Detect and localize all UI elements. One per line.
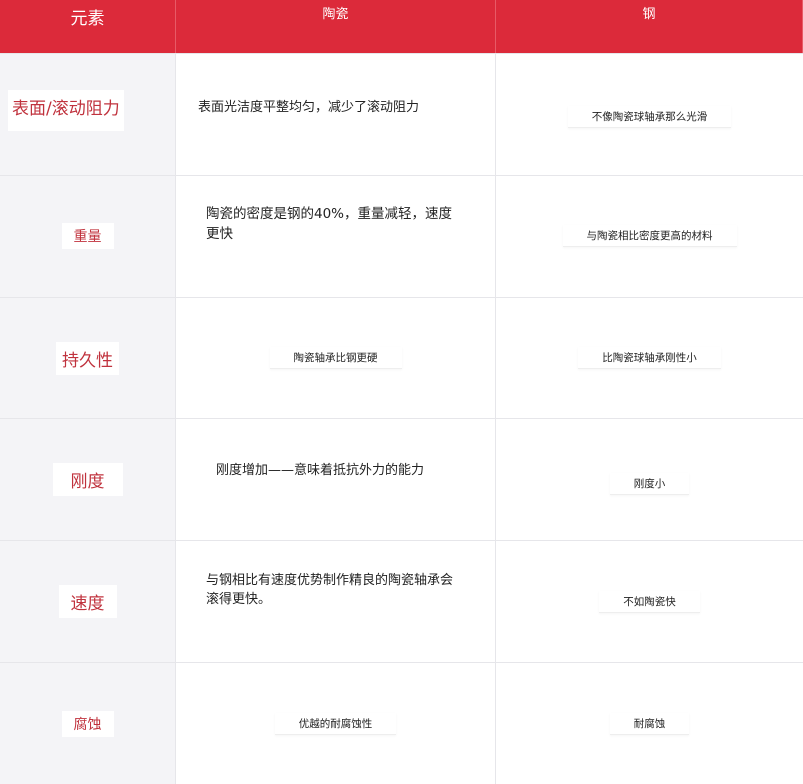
steel-text: 不如陶瓷快 [599, 591, 700, 613]
ceramic-cell: 刚度增加——意味着抵抗外力的能力 [176, 418, 496, 541]
steel-cell: 不像陶瓷球轴承那么光滑 [496, 53, 803, 175]
steel-cell: 与陶瓷相比密度更高的材料 [496, 174, 803, 297]
ceramic-cell: 陶瓷轴承比钢更硬 [176, 296, 496, 419]
row-label-durability: 持久性 [0, 296, 176, 419]
row-label-text: 速度 [58, 585, 117, 619]
steel-text: 刚度小 [609, 473, 690, 496]
steel-text: 耐腐蚀 [609, 713, 690, 735]
steel-cell: 刚度小 [496, 418, 803, 541]
ceramic-text: 陶瓷的密度是钢的40%，重量减轻，速度更快 [206, 205, 453, 242]
ceramic-text: 刚度增加——意味着抵抗外力的能力 [216, 463, 425, 479]
row-label-text: 腐蚀 [61, 710, 114, 737]
steel-text: 不像陶瓷球轴承那么光滑 [567, 106, 732, 128]
ceramic-text: 表面光洁度平整均匀，减少了滚动阻力 [198, 100, 420, 115]
steel-cell: 耐腐蚀 [496, 662, 803, 784]
comparison-table: 元素 陶瓷 钢 表面/滚动阻力 表面光洁度平整均匀，减少了滚动阻力 不像陶瓷球轴… [0, 0, 803, 784]
steel-cell: 不如陶瓷快 [496, 540, 803, 663]
row-label-text: 重量 [61, 223, 114, 250]
ceramic-text: 优越的耐腐蚀性 [274, 713, 397, 735]
row-label-text: 持久性 [56, 341, 119, 375]
row-label-stiffness: 刚度 [0, 418, 176, 541]
steel-text: 比陶瓷球轴承刚性小 [578, 347, 721, 370]
ceramic-cell: 与钢相比有速度优势制作精良的陶瓷轴承会滚得更快。 [176, 540, 496, 663]
steel-cell: 比陶瓷球轴承刚性小 [496, 296, 803, 419]
ceramic-cell: 优越的耐腐蚀性 [176, 662, 496, 784]
header-steel: 钢 [496, 0, 803, 53]
ceramic-text: 陶瓷轴承比钢更硬 [269, 347, 402, 370]
header-ceramic: 陶瓷 [176, 0, 496, 53]
row-label-text: 刚度 [52, 463, 123, 497]
row-label-surface: 表面/滚动阻力 [0, 53, 176, 175]
ceramic-cell: 陶瓷的密度是钢的40%，重量减轻，速度更快 [176, 174, 496, 297]
row-label-speed: 速度 [0, 540, 176, 663]
ceramic-cell: 表面光洁度平整均匀，减少了滚动阻力 [176, 53, 496, 175]
ceramic-text: 与钢相比有速度优势制作精良的陶瓷轴承会滚得更快。 [206, 573, 454, 608]
row-label-corrosion: 腐蚀 [0, 662, 176, 784]
steel-text: 与陶瓷相比密度更高的材料 [562, 225, 737, 248]
row-label-weight: 重量 [0, 174, 176, 297]
row-label-text: 表面/滚动阻力 [8, 90, 124, 131]
header-element: 元素 [0, 0, 176, 53]
